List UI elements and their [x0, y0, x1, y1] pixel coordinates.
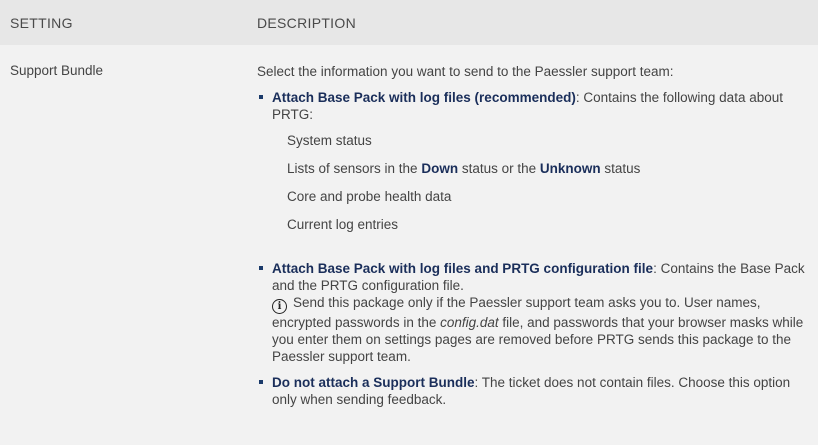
bullet-icon	[259, 380, 263, 384]
bullet-icon	[259, 95, 263, 99]
status-unknown: Unknown	[539, 161, 601, 176]
list-item: Lists of sensors in the Down status or t…	[287, 156, 807, 184]
list-item: System status	[287, 133, 372, 148]
option-list: Attach Base Pack with log files (recomme…	[257, 89, 807, 408]
description-intro: Select the information you want to send …	[257, 64, 674, 79]
option-base-pack: Attach Base Pack with log files (recomme…	[257, 89, 807, 240]
list-item-text: status	[600, 161, 641, 176]
option-title: Do not attach a Support Bundle	[272, 375, 475, 390]
note-filename: config.dat	[440, 315, 499, 330]
status-down: Down	[421, 161, 459, 176]
setting-description: Select the information you want to send …	[257, 63, 807, 408]
list-item-text: status or the	[458, 161, 540, 176]
list-item: Core and probe health data	[287, 189, 452, 204]
list-item-text: Lists of sensors in the	[287, 161, 422, 176]
option-title: Attach Base Pack with log files (recomme…	[272, 90, 576, 105]
header-description: DESCRIPTION	[257, 15, 356, 31]
option-no-bundle: Do not attach a Support Bundle: The tick…	[257, 374, 807, 408]
list-item: Current log entries	[287, 217, 399, 232]
table-header: SETTING DESCRIPTION	[0, 0, 818, 45]
data-list: System status Lists of sensors in the Do…	[272, 128, 807, 240]
table-row: Support Bundle Select the information yo…	[0, 45, 818, 445]
header-setting: SETTING	[10, 15, 73, 31]
option-title: Attach Base Pack with log files and PRTG…	[272, 261, 654, 276]
info-icon: i	[272, 299, 287, 314]
settings-table: SETTING DESCRIPTION Support Bundle Selec…	[0, 0, 818, 445]
bullet-icon	[259, 266, 263, 270]
info-note: i Send this package only if the Paessler …	[272, 294, 807, 365]
setting-name: Support Bundle	[10, 63, 104, 78]
option-base-pack-config: Attach Base Pack with log files and PRTG…	[257, 260, 807, 365]
